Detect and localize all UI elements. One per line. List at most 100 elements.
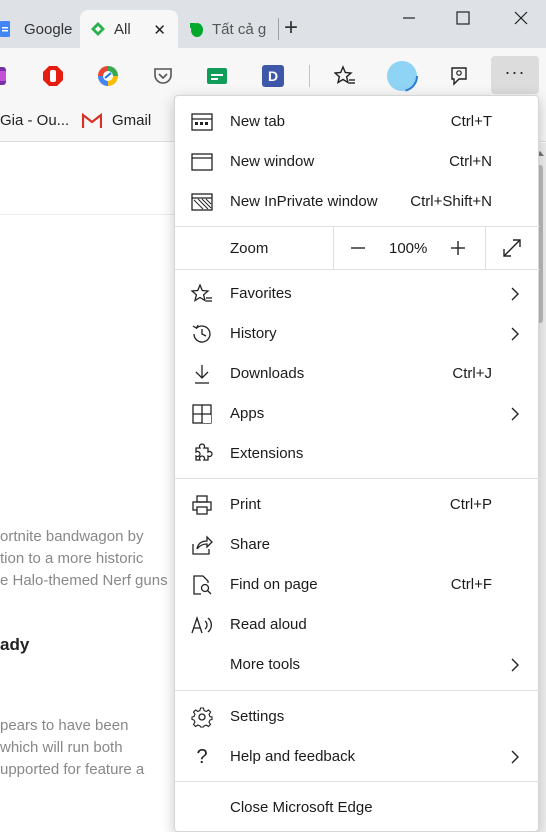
zoom-divider [333,227,334,269]
menu-item-settings[interactable]: Settings [175,697,540,737]
article-text: tion to a more historic [0,550,144,567]
shortcut-text: Ctrl+J [452,365,492,382]
chevron-right-icon [511,287,519,301]
menu-item-label: Read aloud [230,616,307,633]
tab-all[interactable]: All ✕ [80,10,178,48]
favorites-star-icon[interactable] [334,65,356,87]
pocket-icon[interactable] [152,65,174,87]
menu-item-share[interactable]: Share [175,525,540,565]
feedly-icon [91,22,105,36]
feedback-icon[interactable] [448,65,470,87]
divider [0,214,200,215]
menu-item-label: Print [230,496,261,513]
article-text: which will run both [0,739,123,756]
menu-item-label: Favorites [230,285,292,302]
fullscreen-icon[interactable] [501,237,523,259]
shortcut-text: Ctrl+N [449,153,492,170]
tab-strip: Google All ✕ Tất cả g + [0,0,546,48]
minimize-icon[interactable] [394,6,424,30]
d-extension-icon[interactable]: D [262,65,284,87]
shortcut-text: Ctrl+Shift+N [410,193,492,210]
tab-title: Google [24,20,73,38]
inprivate-icon [191,193,213,211]
favorite-item-gmail[interactable]: Gmail [82,112,151,129]
menu-item-find-on-page[interactable]: Find on page Ctrl+F [175,565,540,605]
menu-separator [175,690,540,691]
menu-item-history[interactable]: History [175,314,540,354]
menu-separator [175,781,540,782]
profile-avatar-icon[interactable] [386,60,418,92]
zoom-control: Zoom 100% [175,227,540,269]
download-icon [195,365,209,384]
share-icon [192,535,213,555]
chevron-right-icon [511,407,519,421]
menu-item-print[interactable]: Print Ctrl+P [175,485,540,525]
menu-item-close-edge[interactable]: Close Microsoft Edge [175,788,540,828]
close-tab-icon[interactable]: ✕ [153,21,166,39]
sheets-icon[interactable] [206,65,228,87]
menu-item-help-feedback[interactable]: ? Help and feedback [175,737,540,777]
favorite-label: Gmail [112,112,152,129]
gmail-icon [82,112,102,128]
close-window-icon[interactable] [506,6,536,30]
chevron-right-icon [511,658,519,672]
menu-separator [175,478,540,479]
zoom-value: 100% [389,240,428,257]
menu-item-apps[interactable]: Apps [175,394,540,434]
menu-item-label: Share [230,536,271,553]
tab-title: Tất cả g [212,20,267,38]
menu-item-label: New window [230,153,315,170]
menu-item-label: More tools [230,656,301,673]
menu-item-extensions[interactable]: Extensions [175,434,540,474]
new-tab-button[interactable]: + [284,16,298,40]
menu-item-label: Close Microsoft Edge [230,799,373,816]
printer-icon [192,495,212,515]
favorite-item[interactable]: Gia - Ou... [0,112,69,129]
tab-tat-ca[interactable]: Tất cả g [180,10,280,48]
menu-item-label: Find on page [230,576,318,593]
article-text: pears to have been [0,717,129,734]
zoom-label: Zoom [230,240,269,257]
favorite-label: Gia - Ou... [0,112,70,129]
menu-item-label: History [230,325,277,342]
article-text: ortnite bandwagon by [0,528,144,545]
chevron-right-icon [511,750,519,764]
chrome-color-icon[interactable] [97,65,119,87]
tab-google[interactable]: Google [0,10,84,48]
article-text: upported for feature a [0,761,145,778]
settings-and-more-button[interactable]: ··· [491,56,539,94]
extension-purple-icon[interactable] [0,65,16,87]
menu-separator [175,269,540,270]
apps-icon [192,404,212,424]
menu-item-downloads[interactable]: Downloads Ctrl+J [175,354,540,394]
menu-item-new-tab[interactable]: New tab Ctrl+T [175,102,540,142]
zoom-in-icon[interactable] [447,237,469,259]
browser-toolbar: D ··· [0,48,546,102]
zoom-out-icon[interactable] [347,238,369,258]
maximize-icon[interactable] [448,6,478,30]
menu-item-label: Downloads [230,365,305,382]
evernote-icon [190,23,203,37]
question-mark-icon: ? [196,746,208,768]
shortcut-text: Ctrl+F [450,576,492,593]
article-heading: ady [0,635,30,654]
menu-item-new-inprivate[interactable]: New InPrivate window Ctrl+Shift+N [175,182,540,222]
menu-item-more-tools[interactable]: More tools [175,645,540,685]
adblock-icon[interactable] [42,65,64,87]
menu-item-label: New tab [230,113,286,130]
menu-item-label: Settings [230,708,285,725]
menu-item-read-aloud[interactable]: Read aloud [175,605,540,645]
read-aloud-icon [191,615,212,634]
find-on-page-icon [193,575,212,595]
toolbar-divider [309,65,310,87]
menu-item-label: Apps [230,405,265,422]
menu-item-label: New InPrivate window [230,193,378,210]
menu-item-new-window[interactable]: New window Ctrl+N [175,142,540,182]
gear-icon [191,707,213,728]
tab-title: All [114,20,131,38]
shortcut-text: Ctrl+P [449,496,492,513]
favorites-icon [191,283,212,302]
new-tab-icon [191,113,213,131]
menu-item-favorites[interactable]: Favorites [175,274,540,314]
menu-item-label: Help and feedback [230,748,356,765]
